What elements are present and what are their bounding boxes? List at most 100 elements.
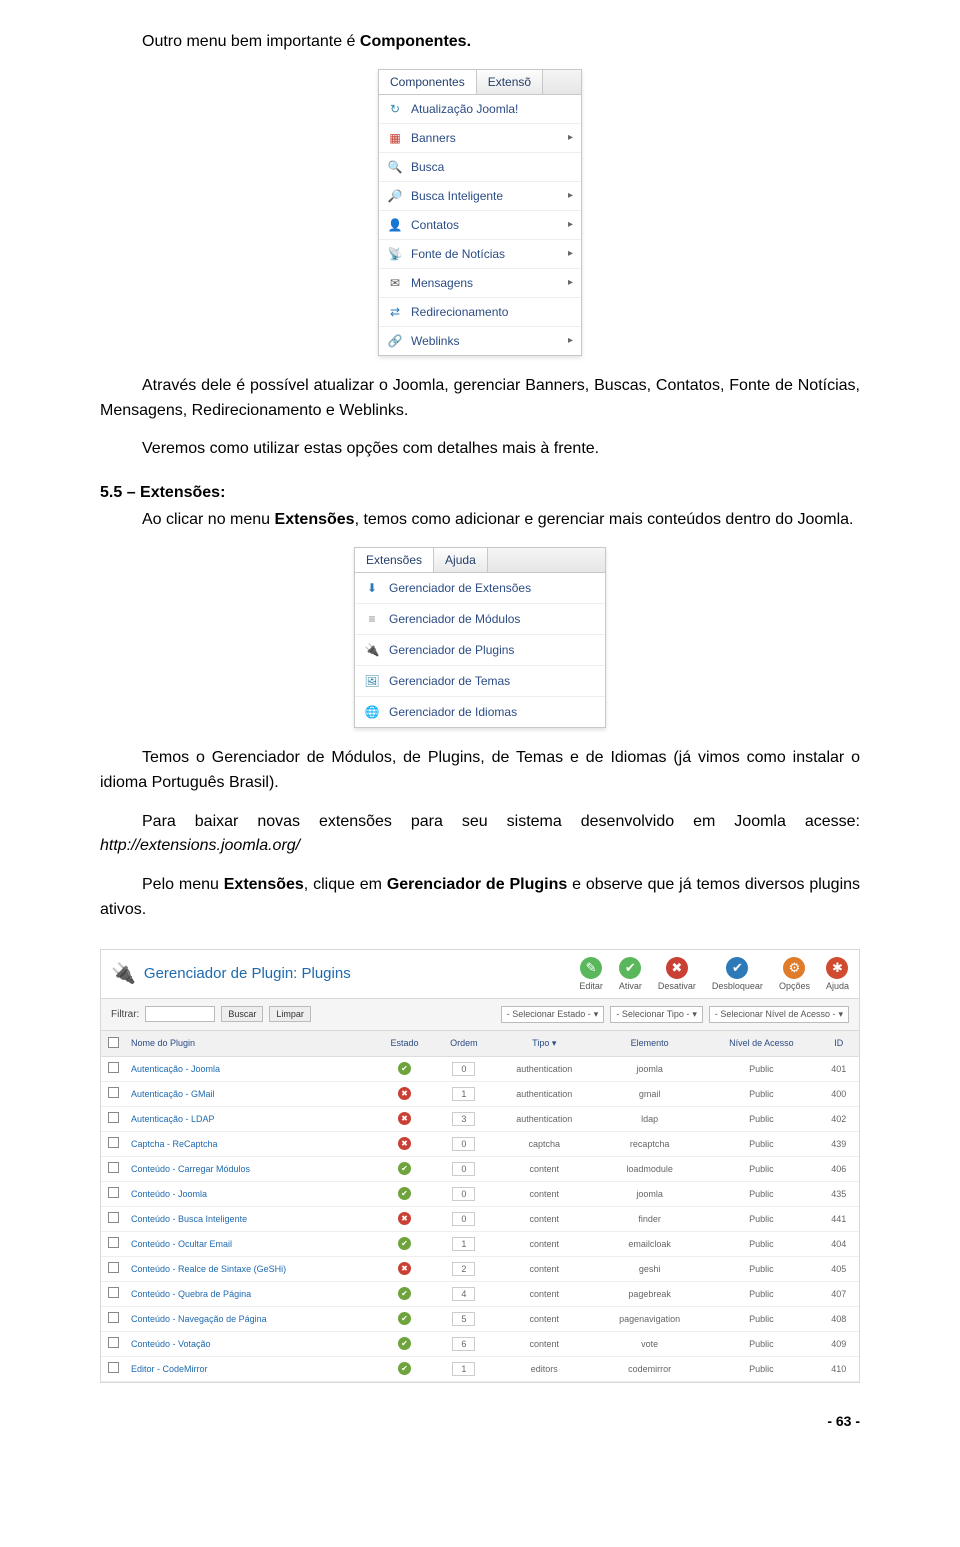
order-value: 1	[452, 1362, 475, 1376]
status-enabled-icon[interactable]: ✔	[398, 1187, 411, 1200]
row-checkbox[interactable]	[108, 1287, 119, 1298]
menu-item[interactable]: 🔎Busca Inteligente▸	[379, 182, 581, 211]
cell-tipo: content	[493, 1281, 595, 1306]
plugin-name-link[interactable]: Editor - CodeMirror	[125, 1356, 375, 1381]
contacts-icon: 👤	[387, 217, 403, 233]
column-header[interactable]: Nível de Acesso	[704, 1031, 818, 1057]
plugin-name-link[interactable]: Conteúdo - Joomla	[125, 1181, 375, 1206]
column-header[interactable]: Ordem	[434, 1031, 493, 1057]
select-all-checkbox[interactable]	[108, 1037, 119, 1048]
editar-tool-icon: ✎	[580, 957, 602, 979]
status-disabled-icon[interactable]: ✖	[398, 1212, 411, 1225]
row-checkbox[interactable]	[108, 1262, 119, 1273]
status-disabled-icon[interactable]: ✖	[398, 1137, 411, 1150]
status-enabled-icon[interactable]: ✔	[398, 1312, 411, 1325]
menu-item[interactable]: ≡Gerenciador de Módulos	[355, 604, 605, 635]
menu-tab[interactable]: Componentes	[379, 70, 477, 94]
plugin-name-link[interactable]: Conteúdo - Realce de Sintaxe (GeSHi)	[125, 1256, 375, 1281]
cell-acesso: Public	[704, 1331, 818, 1356]
plugin-name-link[interactable]: Autenticação - GMail	[125, 1081, 375, 1106]
limpar-button[interactable]: Limpar	[269, 1006, 311, 1022]
plugin-name-link[interactable]: Autenticação - LDAP	[125, 1106, 375, 1131]
plugin-name-link[interactable]: Conteúdo - Navegação de Página	[125, 1306, 375, 1331]
order-value: 0	[452, 1062, 475, 1076]
modules-icon: ≡	[364, 611, 380, 627]
order-value: 3	[452, 1112, 475, 1126]
column-header[interactable]: Estado	[375, 1031, 435, 1057]
menu-item[interactable]: 📡Fonte de Notícias▸	[379, 240, 581, 269]
table-row: Autenticação - Joomla✔0authenticationjoo…	[101, 1056, 859, 1081]
ajuda-tool[interactable]: ✱Ajuda	[826, 957, 849, 991]
ativar-tool[interactable]: ✔Ativar	[619, 957, 642, 991]
filter-input[interactable]	[145, 1006, 215, 1022]
menu-item[interactable]: 🌐Gerenciador de Idiomas	[355, 697, 605, 727]
plugin-name-link[interactable]: Conteúdo - Busca Inteligente	[125, 1206, 375, 1231]
row-checkbox[interactable]	[108, 1112, 119, 1123]
languages-icon: 🌐	[364, 704, 380, 720]
menu-item[interactable]: ✉Mensagens▸	[379, 269, 581, 298]
row-checkbox[interactable]	[108, 1162, 119, 1173]
row-checkbox[interactable]	[108, 1362, 119, 1373]
menu-item-label: Contatos	[411, 218, 459, 232]
plugin-name-link[interactable]: Conteúdo - Ocultar Email	[125, 1231, 375, 1256]
plugin-name-link[interactable]: Conteúdo - Carregar Módulos	[125, 1156, 375, 1181]
themes-icon: 🖼	[364, 673, 380, 689]
menu-item[interactable]: 🖼 Gerenciador de Temas	[355, 666, 605, 697]
cell-tipo: editors	[493, 1356, 595, 1381]
menu-item[interactable]: 🔍Busca	[379, 153, 581, 182]
column-header[interactable]: Nome do Plugin	[125, 1031, 375, 1057]
menu-item[interactable]: 🔌Gerenciador de Plugins	[355, 635, 605, 666]
column-header[interactable]: Elemento	[595, 1031, 704, 1057]
cell-elemento: pagenavigation	[595, 1306, 704, 1331]
row-checkbox[interactable]	[108, 1212, 119, 1223]
menu-item-label: Weblinks	[411, 334, 459, 348]
status-enabled-icon[interactable]: ✔	[398, 1287, 411, 1300]
menu-item[interactable]: 👤Contatos▸	[379, 211, 581, 240]
row-checkbox[interactable]	[108, 1337, 119, 1348]
status-enabled-icon[interactable]: ✔	[398, 1162, 411, 1175]
menu-item[interactable]: ↻Atualização Joomla!	[379, 95, 581, 124]
submenu-arrow-icon: ▸	[568, 335, 573, 346]
editar-tool[interactable]: ✎Editar	[579, 957, 603, 991]
plugin-name-link[interactable]: Captcha - ReCaptcha	[125, 1131, 375, 1156]
buscar-button[interactable]: Buscar	[221, 1006, 263, 1022]
plugin-manager-panel: 🔌 Gerenciador de Plugin: Plugins ✎Editar…	[100, 949, 860, 1383]
column-header[interactable]: ID	[819, 1031, 859, 1057]
status-disabled-icon[interactable]: ✖	[398, 1087, 411, 1100]
menu-item-label: Gerenciador de Temas	[389, 674, 510, 688]
menu-item[interactable]: ⬇Gerenciador de Extensões	[355, 573, 605, 604]
cell-elemento: geshi	[595, 1256, 704, 1281]
menu-item[interactable]: ⇄Redirecionamento	[379, 298, 581, 327]
plugin-name-link[interactable]: Conteúdo - Votação	[125, 1331, 375, 1356]
menu-tab[interactable]: Ajuda	[434, 548, 488, 572]
status-enabled-icon[interactable]: ✔	[398, 1237, 411, 1250]
row-checkbox[interactable]	[108, 1312, 119, 1323]
tool-label: Ajuda	[826, 981, 849, 991]
status-enabled-icon[interactable]: ✔	[398, 1337, 411, 1350]
select-tipo[interactable]: - Selecionar Tipo -▾	[610, 1006, 703, 1023]
smart-search-icon: 🔎	[387, 188, 403, 204]
messages-icon: ✉	[387, 275, 403, 291]
status-disabled-icon[interactable]: ✖	[398, 1262, 411, 1275]
plugin-name-link[interactable]: Conteúdo - Quebra de Página	[125, 1281, 375, 1306]
row-checkbox[interactable]	[108, 1187, 119, 1198]
plugin-name-link[interactable]: Autenticação - Joomla	[125, 1056, 375, 1081]
status-disabled-icon[interactable]: ✖	[398, 1112, 411, 1125]
menu-item[interactable]: 🔗Weblinks▸	[379, 327, 581, 355]
menu-tab[interactable]: Extensõ	[477, 70, 543, 94]
desbloquear-tool[interactable]: ✔Desbloquear	[712, 957, 763, 991]
opcoes-tool[interactable]: ⚙Opções	[779, 957, 810, 991]
desativar-tool[interactable]: ✖Desativar	[658, 957, 696, 991]
column-header[interactable]: Tipo ▾	[493, 1031, 595, 1057]
status-enabled-icon[interactable]: ✔	[398, 1362, 411, 1375]
select-estado[interactable]: - Selecionar Estado -▾	[501, 1006, 605, 1023]
menu-tab[interactable]: Extensões	[355, 548, 434, 572]
status-enabled-icon[interactable]: ✔	[398, 1062, 411, 1075]
menu-item[interactable]: ▦Banners▸	[379, 124, 581, 153]
row-checkbox[interactable]	[108, 1087, 119, 1098]
row-checkbox[interactable]	[108, 1237, 119, 1248]
row-checkbox[interactable]	[108, 1137, 119, 1148]
extensoes-menu: ExtensõesAjuda ⬇Gerenciador de Extensões…	[354, 547, 606, 728]
select-acesso[interactable]: - Selecionar Nível de Acesso -▾	[709, 1006, 849, 1023]
row-checkbox[interactable]	[108, 1062, 119, 1073]
